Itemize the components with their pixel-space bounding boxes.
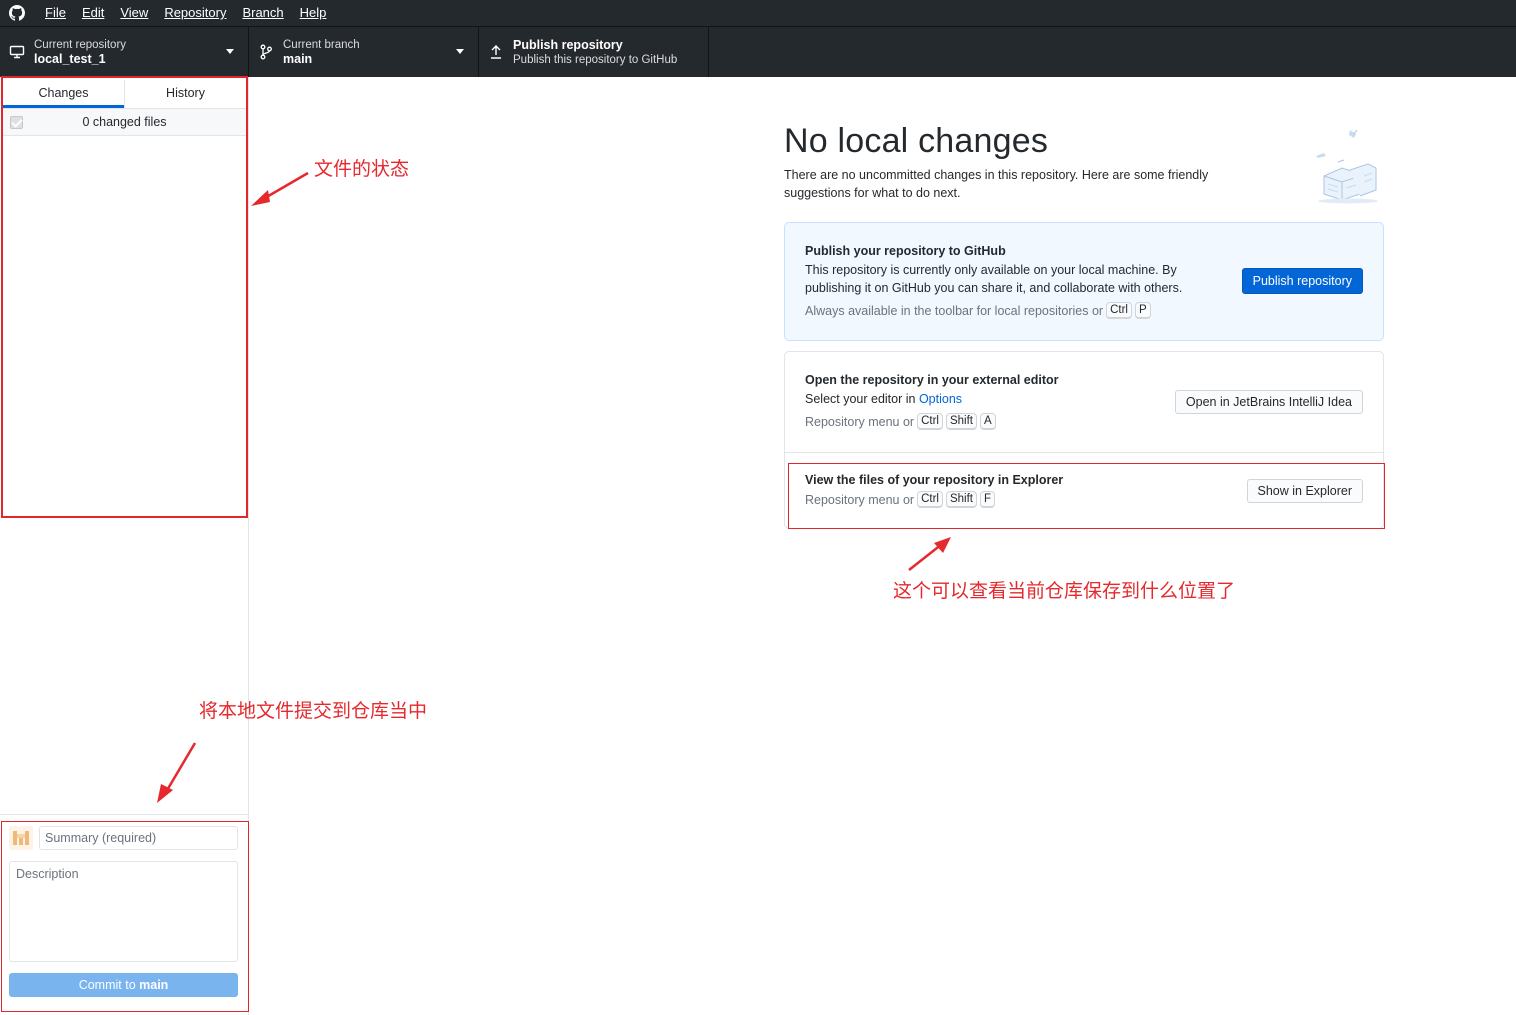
publish-sublabel: Publish this repository to GitHub xyxy=(513,53,678,66)
annotation-arrow-explorer xyxy=(908,537,951,571)
publish-card-text: This repository is currently only availa… xyxy=(805,263,1183,295)
annotation-file-status: 文件的状态 xyxy=(314,158,410,180)
options-link[interactable]: Options xyxy=(919,392,962,406)
upload-icon xyxy=(479,44,513,60)
chevron-down-icon xyxy=(226,49,234,54)
annotation-commit-to-repo: 将本地文件提交到仓库当中 xyxy=(199,700,428,722)
branch-icon xyxy=(249,44,283,60)
publish-repository-button[interactable]: Publish repository Publish this reposito… xyxy=(479,27,709,77)
publish-card: Publish your repository to GitHub This r… xyxy=(784,222,1384,341)
menu-repository[interactable]: Repository xyxy=(156,0,234,26)
repository-name: local_test_1 xyxy=(34,51,106,66)
tab-changes[interactable]: Changes xyxy=(3,80,124,108)
tab-history[interactable]: History xyxy=(124,80,246,108)
editor-card-title: Open the repository in your external edi… xyxy=(805,373,1059,387)
current-branch-dropdown[interactable]: Current branch main xyxy=(249,27,479,77)
kbd-ctrl: Ctrl xyxy=(917,413,943,430)
changes-header: 0 changed files xyxy=(3,109,246,136)
kbd-p: P xyxy=(1134,302,1151,319)
github-logo-icon xyxy=(0,0,34,26)
avatar xyxy=(9,826,33,850)
page-description: There are no uncommitted changes in this… xyxy=(784,168,1209,200)
publish-card-hint: Always available in the toolbar for loca… xyxy=(805,302,1151,319)
explorer-card-title: View the files of your repository in Exp… xyxy=(805,473,1064,487)
commit-button[interactable]: Commit to main xyxy=(9,973,238,997)
kbd-ctrl: Ctrl xyxy=(917,491,943,508)
kbd-a: A xyxy=(979,413,996,430)
menu-edit[interactable]: Edit xyxy=(74,0,112,26)
editor-card-text: Select your editor in Options xyxy=(805,392,963,406)
computer-icon xyxy=(0,44,34,60)
current-repository-dropdown[interactable]: Current repository local_test_1 xyxy=(0,27,249,77)
publish-card-title: Publish your repository to GitHub xyxy=(805,244,1006,258)
commit-form: Commit to main xyxy=(0,814,248,1015)
open-editor-card: Open the repository in your external edi… xyxy=(784,351,1384,453)
explorer-card-hint: Repository menu or Ctrl Shift F xyxy=(805,491,996,508)
branch-name: main xyxy=(283,51,313,66)
sidebar: Changes History 0 changed files Commit t… xyxy=(0,77,249,1015)
summary-input[interactable] xyxy=(39,826,238,850)
kbd-shift: Shift xyxy=(945,491,977,508)
publish-label: Publish repository xyxy=(513,37,623,52)
menu-help[interactable]: Help xyxy=(292,0,335,26)
description-input[interactable] xyxy=(9,861,238,962)
open-in-editor-button[interactable]: Open in JetBrains IntelliJ Idea xyxy=(1174,390,1363,414)
menu-file[interactable]: File xyxy=(37,0,74,26)
menu-view[interactable]: View xyxy=(112,0,156,26)
toolbar: Current repository local_test_1 Current … xyxy=(0,26,1516,77)
kbd-ctrl: Ctrl xyxy=(1106,302,1132,319)
show-in-explorer-button[interactable]: Show in Explorer xyxy=(1246,479,1363,503)
chevron-down-icon xyxy=(456,49,464,54)
select-all-checkbox[interactable] xyxy=(10,116,23,129)
title-bar: File Edit View Repository Branch Help xyxy=(0,0,1516,26)
branch-label: Current branch xyxy=(283,38,360,51)
empty-state-illustration xyxy=(1310,124,1386,204)
kbd-f: F xyxy=(979,491,996,508)
show-in-explorer-card: View the files of your repository in Exp… xyxy=(784,452,1384,529)
repository-label: Current repository xyxy=(34,38,127,51)
sidebar-tabs: Changes History xyxy=(3,80,246,109)
editor-card-hint: Repository menu or Ctrl Shift A xyxy=(805,413,996,430)
annotation-arrow-file-status xyxy=(251,171,309,206)
publish-repository-card-button[interactable]: Publish repository xyxy=(1241,268,1363,294)
kbd-shift: Shift xyxy=(945,413,977,430)
changed-files-count: 0 changed files xyxy=(82,115,167,129)
page-title: No local changes xyxy=(784,122,1049,160)
menu-branch[interactable]: Branch xyxy=(234,0,291,26)
annotation-explorer-location: 这个可以查看当前仓库保存到什么位置了 xyxy=(893,580,1236,602)
